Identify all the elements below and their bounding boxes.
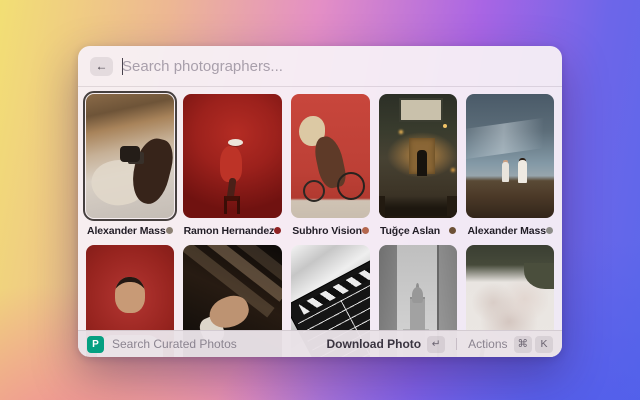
photo-label-row: Subhro Vision	[291, 224, 370, 237]
color-dot	[449, 227, 456, 234]
enter-key-icon: ↵	[427, 336, 445, 353]
k-key-icon: K	[535, 336, 553, 353]
photo-art	[183, 245, 283, 302]
photo-result[interactable]: Tuğçe Aslan	[379, 94, 458, 237]
footer-separator	[456, 338, 457, 350]
photo-art	[228, 139, 243, 146]
desktop-background: { "background": { "gradient_colors": ["#…	[0, 0, 640, 400]
actions-menu-button[interactable]: Actions ⌘ K	[468, 336, 553, 353]
color-dot	[166, 227, 173, 234]
photo-thumbnail	[379, 94, 458, 218]
photo-label-row: Alexander Mass	[466, 224, 554, 237]
photographer-name: Alexander Mass	[87, 225, 166, 237]
search-input[interactable]	[122, 58, 550, 75]
photographer-name: Subhro Vision	[292, 225, 362, 237]
photographer-name: Alexander Mass	[467, 225, 546, 237]
photo-result[interactable]: Ramon Hernandez	[183, 94, 283, 237]
download-photo-action[interactable]: Download Photo ↵	[326, 336, 445, 353]
pexels-logo-icon: P	[87, 336, 104, 353]
search-bar: ←	[78, 46, 562, 86]
photo-art	[466, 114, 554, 159]
photo-art	[379, 196, 458, 218]
photo-art	[115, 277, 145, 313]
photo-thumbnail	[291, 94, 370, 218]
photographer-name: Tuğçe Aslan	[380, 225, 440, 237]
photo-art	[502, 162, 509, 182]
photo-art	[417, 150, 427, 176]
photo-art	[412, 287, 423, 303]
photo-thumbnail	[86, 94, 174, 218]
action-bar: P Search Curated Photos Download Photo ↵…	[78, 330, 562, 357]
color-dot	[362, 227, 369, 234]
results-grid: Alexander Mass Ramon Hernandez	[78, 87, 562, 357]
color-dot	[274, 227, 281, 234]
photo-result[interactable]: Alexander Mass	[86, 94, 174, 237]
photo-result[interactable]: Alexander Mass	[466, 94, 554, 237]
photo-label-row: Tuğçe Aslan	[379, 224, 458, 237]
photo-label-row: Alexander Mass	[86, 224, 174, 237]
arrow-left-icon: ←	[96, 60, 108, 72]
color-dot	[546, 227, 553, 234]
context-label: Search Curated Photos	[112, 337, 237, 351]
actions-shortcut: ⌘ K	[514, 336, 554, 353]
photo-art	[120, 146, 140, 162]
photo-thumbnail	[183, 94, 283, 218]
photo-art	[443, 124, 447, 128]
photo-thumbnail	[466, 94, 554, 218]
back-button[interactable]: ←	[90, 57, 113, 76]
launcher-window: ← Alexander Mass Ramo	[78, 46, 562, 357]
photo-result[interactable]: Subhro Vision	[291, 94, 370, 237]
photographer-name: Ramon Hernandez	[184, 225, 275, 237]
command-key-icon: ⌘	[514, 336, 533, 353]
photo-art	[399, 98, 443, 122]
photo-art	[303, 180, 325, 202]
text-caret	[122, 58, 123, 75]
photo-art	[224, 196, 240, 214]
photo-art	[337, 172, 365, 200]
download-photo-label: Download Photo	[326, 337, 421, 351]
actions-label: Actions	[468, 337, 507, 351]
photo-art	[220, 146, 242, 182]
photo-art	[518, 160, 527, 183]
photo-label-row: Ramon Hernandez	[183, 224, 283, 237]
